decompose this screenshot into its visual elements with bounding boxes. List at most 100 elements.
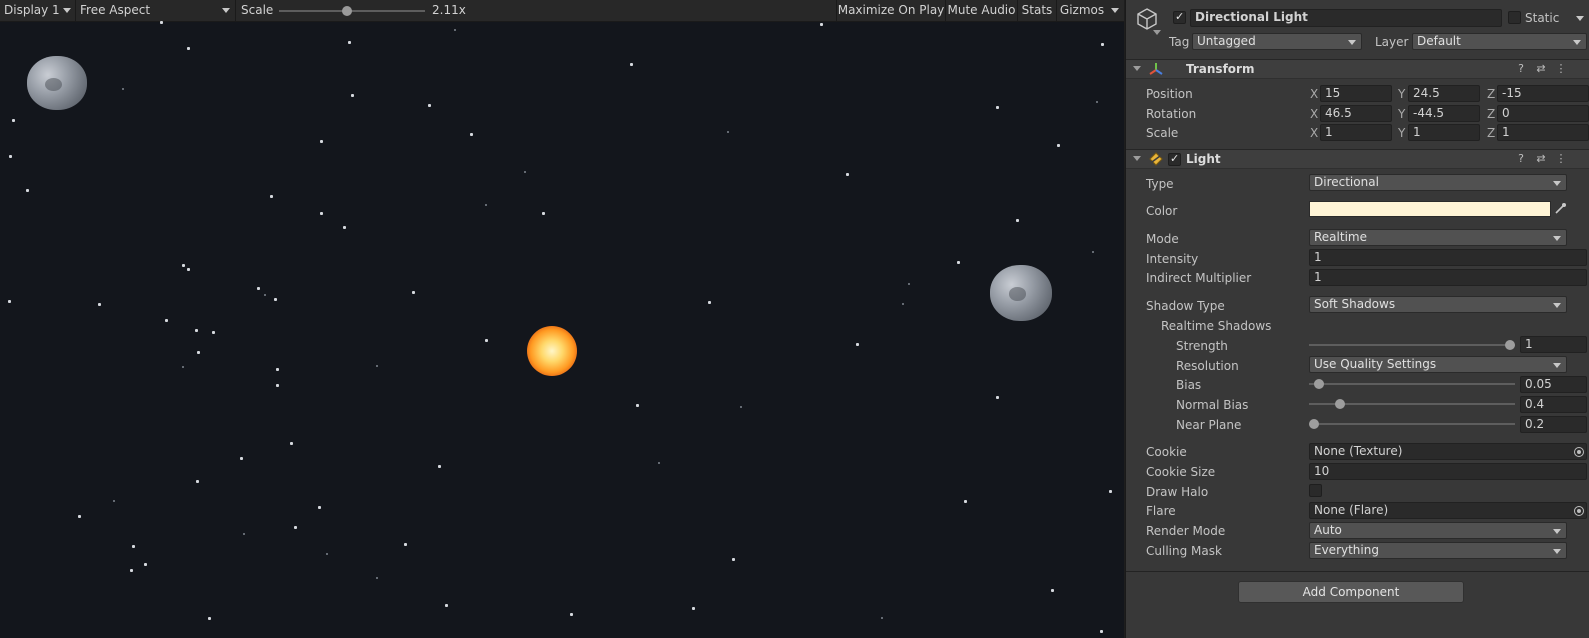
bias-slider-thumb[interactable] [1313, 379, 1324, 389]
star [187, 268, 190, 271]
cookie-size-label: Cookie Size [1146, 465, 1216, 479]
star [132, 545, 135, 548]
star [1109, 490, 1112, 493]
sun-sprite [527, 326, 577, 376]
star [182, 264, 185, 267]
axis-x-label: X [1310, 87, 1319, 101]
star [160, 21, 163, 24]
scale-slider-thumb[interactable] [342, 6, 352, 16]
normal-bias-slider-thumb[interactable] [1335, 399, 1346, 409]
near-plane-slider-track[interactable] [1309, 423, 1515, 425]
star [485, 204, 487, 206]
strength-slider-thumb[interactable] [1505, 340, 1515, 350]
position-x-field[interactable]: 15 [1320, 85, 1392, 102]
intensity-field[interactable]: 1 [1309, 249, 1587, 266]
static-checkbox[interactable] [1508, 11, 1521, 24]
tag-dropdown[interactable]: Untagged [1192, 33, 1362, 50]
scale-slider-track[interactable] [279, 10, 425, 12]
add-component-button[interactable]: Add Component [1238, 581, 1464, 603]
rotation-x-field[interactable]: 46.5 [1320, 105, 1392, 122]
flare-value: None (Flare) [1314, 503, 1389, 517]
star [351, 94, 354, 97]
chevron-down-icon [1553, 181, 1561, 186]
game-view[interactable]: Display 1 Free Aspect Scale 2.11x Maximi… [0, 0, 1124, 638]
layer-value: Default [1417, 34, 1461, 48]
light-header[interactable]: Light ? ⇄ ⋮ [1126, 149, 1589, 169]
gizmos-button[interactable]: Gizmos [1057, 0, 1107, 21]
display-label: Display 1 [4, 3, 60, 17]
help-icon[interactable]: ? [1514, 152, 1528, 166]
rotation-y-field[interactable]: -44.5 [1408, 105, 1480, 122]
star [294, 526, 297, 529]
aspect-dropdown[interactable]: Free Aspect [76, 0, 235, 21]
scale-z-field[interactable]: 1 [1497, 124, 1589, 141]
cookie-field[interactable]: None (Texture) [1309, 443, 1587, 460]
star [9, 155, 12, 158]
star [318, 506, 321, 509]
star [165, 319, 168, 322]
star [276, 368, 279, 371]
render-mode-value: Auto [1314, 523, 1342, 537]
object-picker-icon[interactable] [1574, 506, 1584, 516]
culling-mask-dropdown[interactable]: Everything [1309, 542, 1567, 559]
stats-button[interactable]: Stats [1018, 0, 1056, 21]
normal-bias-field[interactable]: 0.4 [1520, 396, 1587, 413]
normal-bias-label: Normal Bias [1176, 398, 1249, 412]
scale-x-field[interactable]: 1 [1320, 124, 1392, 141]
gameobject-active-checkbox[interactable] [1173, 10, 1186, 24]
star [270, 195, 273, 198]
presets-icon[interactable]: ⇄ [1534, 152, 1548, 166]
star [727, 131, 729, 133]
shadow-type-value: Soft Shadows [1314, 297, 1396, 311]
light-enabled-checkbox[interactable] [1168, 152, 1181, 166]
position-z-field[interactable]: -15 [1497, 85, 1589, 102]
star [1101, 43, 1104, 46]
display-dropdown[interactable]: Display 1 [0, 0, 75, 21]
static-dropdown-icon[interactable] [1576, 16, 1584, 21]
star [257, 287, 260, 290]
presets-icon[interactable]: ⇄ [1534, 62, 1548, 76]
object-picker-icon[interactable] [1574, 447, 1584, 457]
transform-title: Transform [1186, 62, 1255, 76]
star [197, 351, 200, 354]
transform-header[interactable]: Transform ? ⇄ ⋮ [1126, 59, 1589, 79]
resolution-dropdown[interactable]: Use Quality Settings [1309, 356, 1567, 373]
foldout-arrow-icon[interactable] [1133, 156, 1141, 161]
near-plane-field[interactable]: 0.2 [1520, 416, 1587, 433]
help-icon[interactable]: ? [1514, 62, 1528, 76]
foldout-arrow-icon[interactable] [1133, 66, 1141, 71]
resolution-value: Use Quality Settings [1314, 357, 1437, 371]
rotation-z-field[interactable]: 0 [1497, 105, 1589, 122]
shadow-type-label: Shadow Type [1146, 299, 1225, 313]
bias-slider-track[interactable] [1309, 383, 1515, 385]
shadow-type-dropdown[interactable]: Soft Shadows [1309, 296, 1567, 313]
layer-dropdown[interactable]: Default [1412, 33, 1587, 50]
mute-audio-button[interactable]: Mute Audio [946, 0, 1017, 21]
strength-field[interactable]: 1 [1520, 336, 1587, 353]
cookie-size-field[interactable]: 10 [1309, 463, 1587, 480]
eyedropper-icon[interactable] [1554, 202, 1567, 215]
indirect-multiplier-field[interactable]: 1 [1309, 269, 1587, 286]
position-y-field[interactable]: 24.5 [1408, 85, 1480, 102]
mode-dropdown[interactable]: Realtime [1309, 229, 1567, 246]
maximize-on-play-button[interactable]: Maximize On Play [837, 0, 945, 21]
axis-y-label: Y [1398, 87, 1406, 101]
color-swatch[interactable] [1309, 201, 1551, 217]
gameobject-name-field[interactable]: Directional Light [1190, 9, 1502, 27]
type-dropdown[interactable]: Directional [1309, 174, 1567, 191]
more-options-icon[interactable]: ⋮ [1554, 62, 1568, 76]
star [881, 617, 883, 619]
render-mode-dropdown[interactable]: Auto [1309, 522, 1567, 539]
scale-y-field[interactable]: 1 [1408, 124, 1480, 141]
chevron-down-icon [1573, 40, 1581, 45]
strength-slider-track[interactable] [1309, 344, 1515, 346]
more-options-icon[interactable]: ⋮ [1554, 152, 1568, 166]
draw-halo-checkbox[interactable] [1309, 484, 1322, 497]
star [26, 189, 29, 192]
icon-dropdown-arrow[interactable] [1153, 30, 1161, 35]
near-plane-slider-thumb[interactable] [1309, 419, 1319, 429]
star [8, 300, 11, 303]
flare-field[interactable]: None (Flare) [1309, 502, 1587, 519]
bias-field[interactable]: 0.05 [1520, 376, 1587, 393]
gizmos-dropdown-icon[interactable] [1111, 8, 1119, 13]
